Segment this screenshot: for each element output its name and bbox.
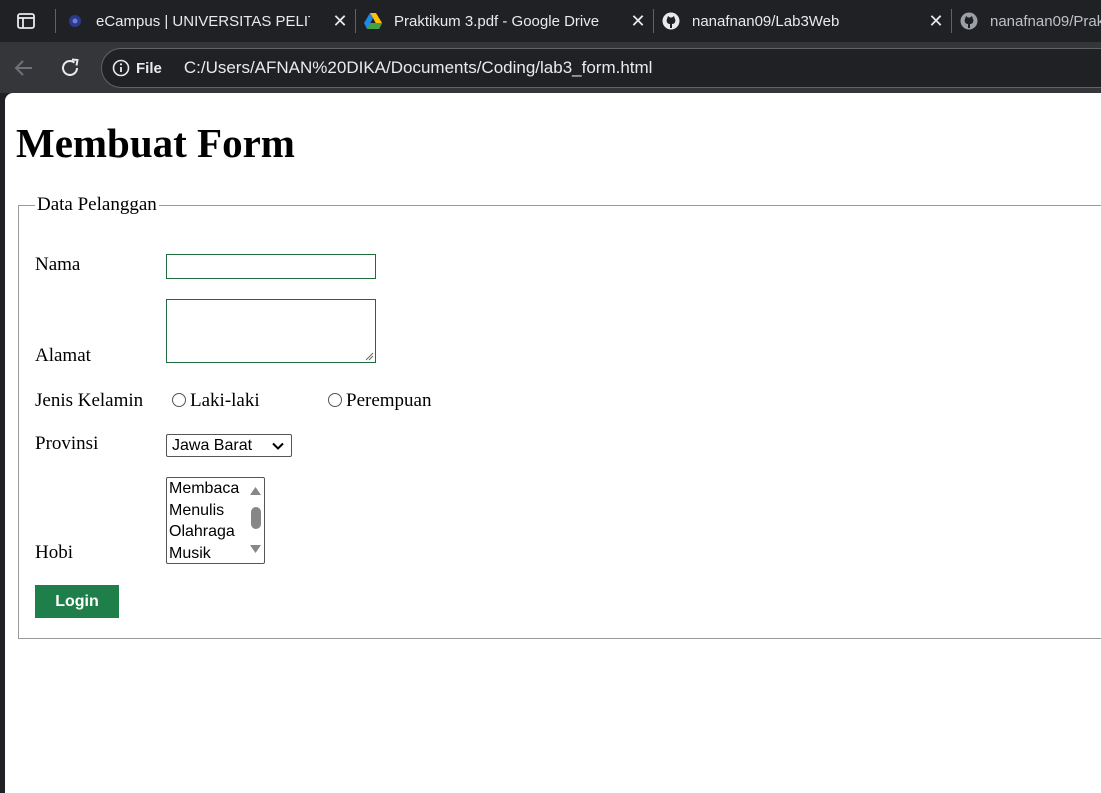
tab-github-lab3web[interactable]: nanafnan09/Lab3Web ✕ [662, 0, 950, 42]
customer-fieldset: Data Pelanggan Nama Alamat Jenis Kelamin… [18, 194, 1101, 639]
browser-toolbar: File C:/Users/AFNAN%20DIKA/Documents/Cod… [0, 42, 1101, 93]
tab-strip: eCampus | UNIVERSITAS PELITA BANGSA ✕ Pr… [0, 0, 1101, 42]
tab-separator [355, 9, 356, 33]
ecampus-icon [66, 12, 84, 30]
back-arrow-icon[interactable] [10, 54, 38, 82]
address-bar[interactable]: File C:/Users/AFNAN%20DIKA/Documents/Cod… [101, 48, 1101, 88]
chevron-down-icon [272, 442, 284, 450]
github-icon [960, 12, 978, 30]
page-title: Membuat Form [16, 120, 295, 166]
provinsi-selected-value: Jawa Barat [172, 436, 253, 454]
listbox-scrollbar[interactable] [246, 478, 264, 563]
radio-label-perempuan: Perempuan [346, 390, 432, 411]
fieldset-legend: Data Pelanggan [37, 194, 157, 215]
url-text[interactable]: C:/Users/AFNAN%20DIKA/Documents/Coding/l… [184, 58, 653, 78]
resize-grip-icon[interactable] [364, 351, 374, 361]
page-viewport: Membuat Form Data Pelanggan Nama Alamat … [5, 93, 1101, 793]
provinsi-select[interactable]: Jawa Barat [166, 434, 292, 457]
tab-title: Praktikum 3.pdf - Google Drive [394, 12, 600, 30]
jenis-kelamin-label: Jenis Kelamin [35, 390, 144, 411]
tab-ecampus[interactable]: eCampus | UNIVERSITAS PELITA BANGSA ✕ [66, 0, 354, 42]
url-scheme-label: File [136, 59, 162, 77]
tab-title: nanafnan09/Lab3Web [692, 12, 840, 30]
nama-input[interactable] [166, 254, 376, 279]
alamat-label: Alamat [35, 345, 91, 366]
scrollbar-thumb[interactable] [251, 507, 261, 529]
tab-github-praktikum[interactable]: nanafnan09/Praktikum [960, 0, 1101, 42]
login-button[interactable]: Login [35, 585, 119, 618]
reload-icon[interactable] [56, 54, 84, 82]
github-icon [662, 12, 680, 30]
close-icon[interactable]: ✕ [330, 11, 350, 31]
nama-label: Nama [35, 254, 81, 275]
scroll-up-icon[interactable] [249, 486, 262, 496]
tab-separator [653, 9, 654, 33]
close-icon[interactable]: ✕ [628, 11, 648, 31]
radio-laki-laki[interactable] [172, 393, 186, 407]
tab-title: eCampus | UNIVERSITAS PELITA BANGSA [96, 12, 310, 30]
alamat-textarea[interactable] [166, 299, 376, 363]
provinsi-label: Provinsi [35, 433, 99, 454]
info-icon[interactable] [112, 59, 130, 77]
tab-title: nanafnan09/Praktikum [990, 12, 1101, 30]
hobi-listbox[interactable]: Membaca Menulis Olahraga Musik [166, 477, 265, 564]
tab-google-drive[interactable]: Praktikum 3.pdf - Google Drive ✕ [364, 0, 652, 42]
hobi-label: Hobi [35, 542, 73, 563]
radio-label-laki-laki: Laki-laki [190, 390, 260, 411]
radio-perempuan[interactable] [328, 393, 342, 407]
scroll-down-icon[interactable] [249, 544, 262, 554]
tab-separator [951, 9, 952, 33]
close-icon[interactable]: ✕ [926, 11, 946, 31]
google-drive-icon [364, 12, 382, 30]
tab-search-icon[interactable] [15, 10, 37, 32]
tab-separator [55, 9, 56, 33]
